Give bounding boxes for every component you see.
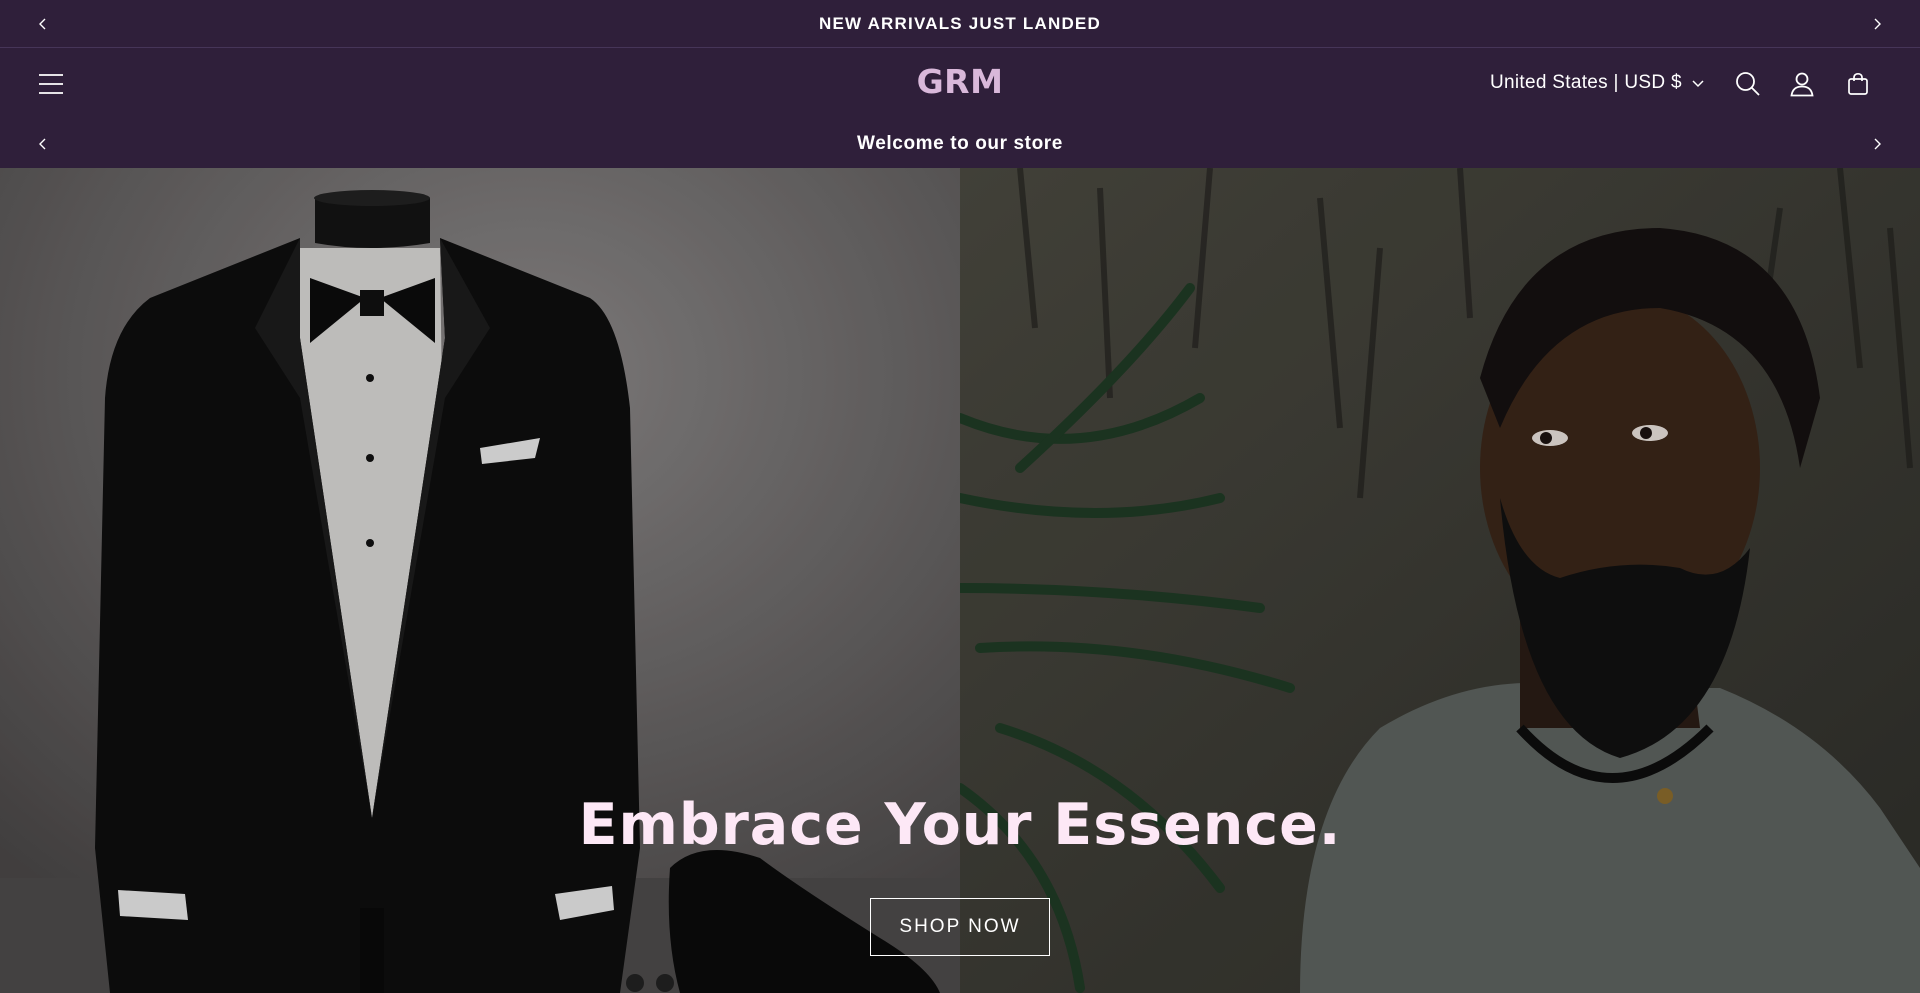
welcome-text: Welcome to our store [857, 133, 1063, 154]
welcome-bar: Welcome to our store [0, 120, 1920, 168]
chevron-right-icon [1874, 18, 1881, 30]
hero-banner: Embrace Your Essence. SHOP NOW [0, 168, 1920, 993]
chevron-left-icon [39, 138, 46, 150]
search-icon [1736, 72, 1760, 96]
announcement-bar: NEW ARRIVALS JUST LANDED [0, 0, 1920, 48]
logo-link[interactable]: GRM [917, 62, 1004, 101]
cart-icon [1848, 72, 1868, 95]
chevron-left-icon [39, 18, 46, 30]
cart-button[interactable] [1840, 66, 1876, 102]
announcement-text: NEW ARRIVALS JUST LANDED [819, 13, 1101, 33]
chevron-right-icon [1874, 138, 1881, 150]
chevron-down-icon [1692, 80, 1704, 88]
site-header: GRM United States | USD $ [0, 48, 1920, 120]
welcome-prev-button[interactable] [27, 128, 59, 160]
locale-selector[interactable]: United States | USD $ [1490, 72, 1704, 94]
announcement-prev-button[interactable] [27, 8, 59, 40]
shop-now-button[interactable]: SHOP NOW [870, 898, 1050, 956]
hero-heading: Embrace Your Essence. [578, 792, 1342, 858]
search-button[interactable] [1730, 66, 1766, 102]
account-icon [1790, 72, 1814, 97]
locale-label: United States | USD $ [1490, 72, 1682, 93]
announcement-next-button[interactable] [1861, 8, 1893, 40]
hero-overlay [0, 168, 1920, 993]
account-button[interactable] [1784, 66, 1820, 102]
welcome-next-button[interactable] [1861, 128, 1893, 160]
